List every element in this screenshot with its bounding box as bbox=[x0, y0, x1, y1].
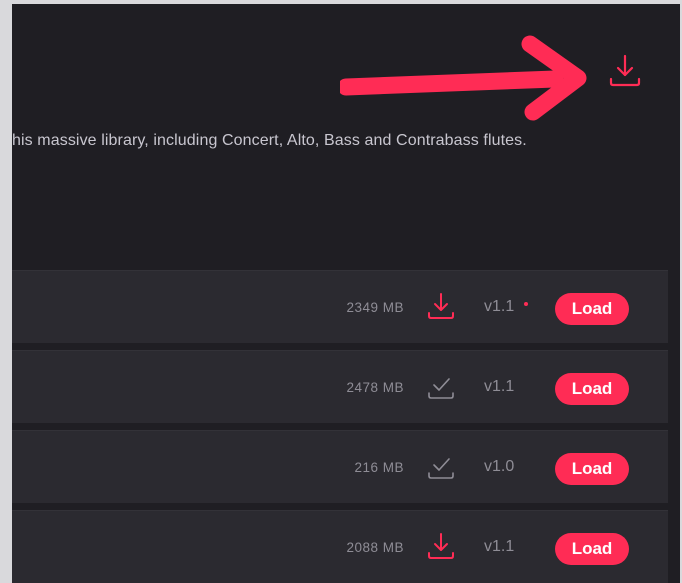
version-label: v1.1 bbox=[484, 298, 515, 315]
library-row[interactable]: 2349 MB v1.1 Load bbox=[12, 270, 668, 343]
library-row[interactable]: 216 MB v1.0 Load bbox=[12, 430, 668, 503]
download-icon[interactable] bbox=[426, 529, 456, 565]
library-row[interactable]: 2478 MB v1.1 Load bbox=[12, 350, 668, 423]
file-size: 2478 MB bbox=[346, 379, 404, 395]
download-icon bbox=[609, 54, 641, 87]
version-label: v1.1 bbox=[484, 378, 515, 395]
library-panel: his massive library, including Concert, … bbox=[12, 4, 680, 583]
load-button[interactable]: Load bbox=[555, 453, 629, 485]
version-label: v1.0 bbox=[484, 458, 515, 475]
download-icon[interactable] bbox=[426, 289, 456, 325]
installed-check-icon bbox=[426, 369, 456, 405]
version-label: v1.1 bbox=[484, 538, 515, 555]
download-all-button[interactable] bbox=[600, 48, 650, 94]
library-row[interactable]: 2088 MB v1.1 Load bbox=[12, 510, 668, 583]
load-button[interactable]: Load bbox=[555, 293, 629, 325]
library-list: 2349 MB v1.1 Load 2478 MB v1.1 Load 216 MB v1.0… bbox=[12, 270, 680, 583]
library-description: his massive library, including Concert, … bbox=[12, 132, 527, 149]
file-size: 2088 MB bbox=[346, 539, 404, 555]
load-button[interactable]: Load bbox=[555, 533, 629, 565]
update-indicator-dot bbox=[524, 302, 528, 306]
file-size: 216 MB bbox=[354, 459, 404, 475]
installed-check-icon bbox=[426, 449, 456, 485]
annotation-arrow bbox=[340, 35, 587, 121]
load-button[interactable]: Load bbox=[555, 373, 629, 405]
file-size: 2349 MB bbox=[346, 299, 404, 315]
